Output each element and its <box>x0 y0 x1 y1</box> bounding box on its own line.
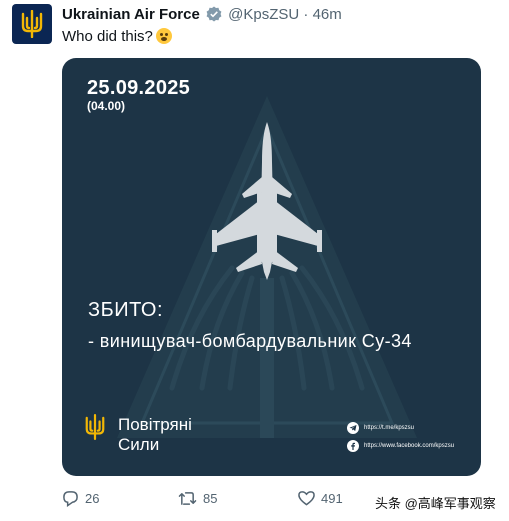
verified-badge-icon <box>206 6 222 27</box>
retweet-count: 85 <box>203 491 218 506</box>
event-time: (04.00) <box>87 99 126 113</box>
brand-line-2: Сили <box>118 435 160 454</box>
avatar[interactable] <box>12 4 52 44</box>
facebook-link-row: https://www.facebook.com/kpszsu <box>347 440 454 452</box>
reply-button[interactable]: 26 <box>62 490 99 507</box>
tweet-text: Who did this? <box>62 28 172 46</box>
telegram-link-text: https://t.me/kpszsu <box>364 425 415 431</box>
facebook-link-text: https://www.facebook.com/kpszsu <box>364 443 455 449</box>
brand-name: Повітряні Сили <box>118 415 192 455</box>
source-watermark: 头条 @高峰军事观察 <box>375 496 496 511</box>
retweet-icon <box>178 492 197 505</box>
meta-separator: · <box>303 6 309 23</box>
event-date: 25.09.2025 <box>87 77 191 99</box>
reply-icon <box>63 491 78 507</box>
retweet-button[interactable]: 85 <box>178 490 217 507</box>
author-name[interactable]: Ukrainian Air Force <box>62 6 200 23</box>
trident-icon <box>21 10 43 38</box>
tweet-header: Ukrainian Air Force @KpsZSU · 46m <box>62 6 342 27</box>
telegram-link-row: https://t.me/kpszsu <box>347 422 414 434</box>
telegram-icon <box>347 422 359 434</box>
like-button[interactable]: 491 <box>298 490 343 506</box>
author-handle[interactable]: @KpsZSU <box>228 6 299 23</box>
facebook-icon <box>347 440 359 452</box>
shot-down-heading: ЗБИТО: <box>88 299 164 321</box>
heart-icon <box>298 491 315 506</box>
fighter-jet-icon <box>212 122 322 280</box>
shot-down-detail: - винищувач-бомбардувальник Су-34 <box>88 331 412 351</box>
brand-line-1: Повітряні <box>118 415 192 434</box>
tweet-media-image[interactable]: 25.09.2025 (04.00) ЗБИТО: - винищувач-бо… <box>62 58 481 476</box>
tweet-timestamp[interactable]: 46m <box>313 6 342 23</box>
reply-count: 26 <box>85 491 100 506</box>
shushing-face-emoji-icon <box>155 28 172 44</box>
tweet-text-content: Who did this? <box>62 28 153 45</box>
like-count: 491 <box>321 490 343 506</box>
air-force-trident-icon <box>85 414 105 440</box>
